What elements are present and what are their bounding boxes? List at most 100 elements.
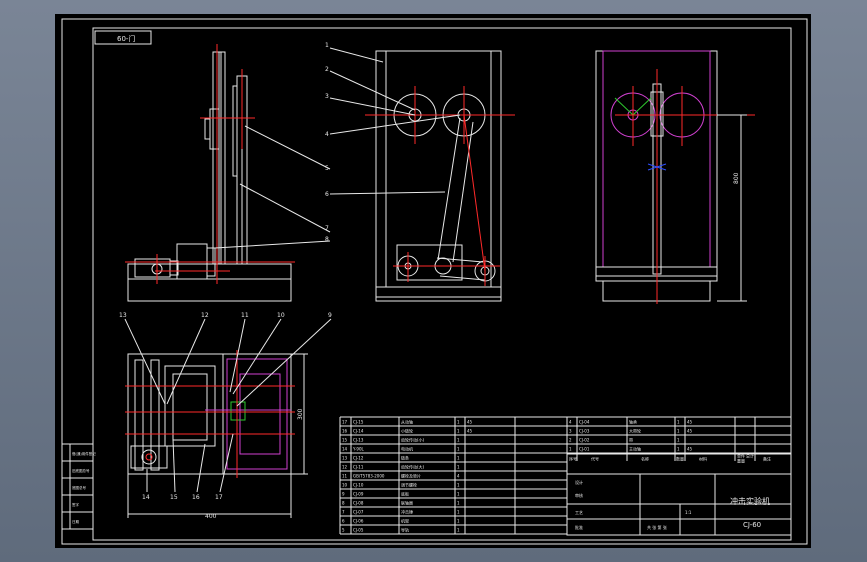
drawing-sheet: 60-门 800 400 300 1 2 3 4 5 6 7 8 13 12 1… [55,14,811,548]
bom-row-code: CJ-14 [353,429,364,434]
bom-row-name: 底板 [401,491,409,497]
bom-row-no: 6 [342,519,345,524]
stamp-5: 日期 [72,519,79,524]
bom-row-name: 调节螺栓 [401,482,417,488]
bom-right-row-code: CJ-02 [579,438,590,443]
leader-label-8: 8 [325,236,329,243]
bom-row-name: 导轨 [401,527,409,533]
leader-label-7: 7 [325,225,329,232]
bom-row-qty: 1 [457,438,460,443]
drawing-title: 冲击实验机 [730,496,770,506]
bom-header-remark: 备注 [763,456,771,462]
bom-right-row-mat: 45 [687,429,693,434]
bom-row-no: 8 [342,501,345,506]
bom-right-row-no: 4 [569,420,572,425]
bom-right-row-no: 3 [569,429,572,434]
bom-row-code: CJ-15 [353,420,364,425]
inner-border [92,27,792,541]
bom-header-mat: 材料 [699,456,707,462]
bom-row-no: 16 [342,429,348,434]
bom-row-mat: 45 [467,420,473,425]
bom-row-name: 从动轴 [401,419,413,425]
bom-row-code: Y-90L [352,447,365,452]
bom-row-code: CJ-13 [353,438,364,443]
leader-label-11: 11 [241,312,249,319]
bom-row-name: 链条 [401,455,409,461]
bom-right-row-name: 轴承 [629,419,637,425]
leader-label-10: 10 [277,312,285,319]
bom-row-qty: 1 [457,528,460,533]
bom-row-qty: 4 [457,474,460,479]
bom-right-row-qty: 1 [677,429,680,434]
bom-header-name: 名称 [641,456,649,462]
bom-right-row-qty: 1 [677,420,680,425]
bom-row-qty: 1 [457,492,460,497]
leader-label-5: 5 [325,165,329,172]
tb-checker: 审核 [575,492,583,498]
title-tag: 60-门 [117,34,135,43]
bom-row-mat: 45 [467,429,473,434]
bom-row-no: 14 [342,447,348,452]
leader-label-14: 14 [142,494,150,501]
dim-height: 800 [733,172,740,184]
front-view [365,50,515,302]
bom-row-no: 12 [342,465,348,470]
leader-label-13: 13 [119,312,127,319]
bom-row-name: 电动机 [401,446,413,452]
bom-row-code: CJ-12 [353,456,364,461]
leader-label-1: 1 [325,42,329,49]
bom-row-code: CJ-08 [353,501,364,506]
tb-process: 工艺 [575,510,583,515]
leader-label-12: 12 [201,312,209,319]
bom-row-qty: 1 [457,429,460,434]
stamp-3: 底图总号 [72,485,86,490]
bom-right-row-code: CJ-01 [579,447,590,452]
bom-right-row-code: CJ-03 [579,429,590,434]
bom-row-code: CJ-10 [353,483,364,488]
bom-row-name: 齿轮传动(小) [401,437,425,443]
bom-row-no: 17 [342,420,348,425]
leader-label-4: 4 [325,131,329,138]
bom-row-name: 联轴器 [401,500,413,506]
dim-plan-width: 400 [205,513,217,520]
cad-drawing: 60-门 800 400 300 1 2 3 4 5 6 7 8 13 12 1… [61,18,808,545]
bom-header-no: 序号 [569,456,577,462]
leader-label-15: 15 [170,494,178,501]
bom-row-no: 13 [342,456,348,461]
bom-header-qty: 数量 [676,456,684,462]
bom-row-code: CJ-07 [353,510,364,515]
bom-row-qty: 1 [457,465,460,470]
leader-label-6: 6 [325,191,329,198]
tb-sheet: 共 张 第 张 [647,524,667,530]
bom-row-qty: 1 [457,483,460,488]
bom-row-no: 7 [342,510,345,515]
bom-row-name: 机架 [401,518,409,524]
leader-label-3: 3 [325,93,329,100]
bom-right-row-no: 1 [569,447,572,452]
dim-plan-depth: 300 [297,408,304,420]
bom-row-qty: 1 [457,501,460,506]
bom-row-code: CJ-06 [353,519,364,524]
tb-scale: 1:1 [685,510,692,515]
bom-row-name: 螺栓及垫片 [401,473,421,479]
bom-row-qty: 1 [457,510,460,515]
bom-header-total: 总计 [746,453,754,459]
bom-right-row-name: 主动轴 [629,446,641,452]
bom-header-code: 代号 [591,456,599,462]
bom-right-row-code: CJ-04 [579,420,590,425]
leader-label-2: 2 [325,66,329,73]
bom-row-name: 冲击锤 [401,509,413,515]
right-view [595,50,755,304]
plan-view [125,350,308,518]
bom-row-no: 15 [342,438,348,443]
bom-row-qty: 1 [457,420,460,425]
bom-right-row-no: 2 [569,438,572,443]
bom-header-weight: 重量 [737,458,745,464]
drawing-code: CJ-60 [743,521,761,529]
bom-row-no: 10 [342,483,348,488]
stamp-2: 旧底图总号 [72,468,90,473]
stamp-1: 借(通)用件登记 [72,451,96,456]
bom-row-no: 11 [342,474,348,479]
side-view [125,44,295,302]
bom-right-row-mat: 45 [687,420,693,425]
